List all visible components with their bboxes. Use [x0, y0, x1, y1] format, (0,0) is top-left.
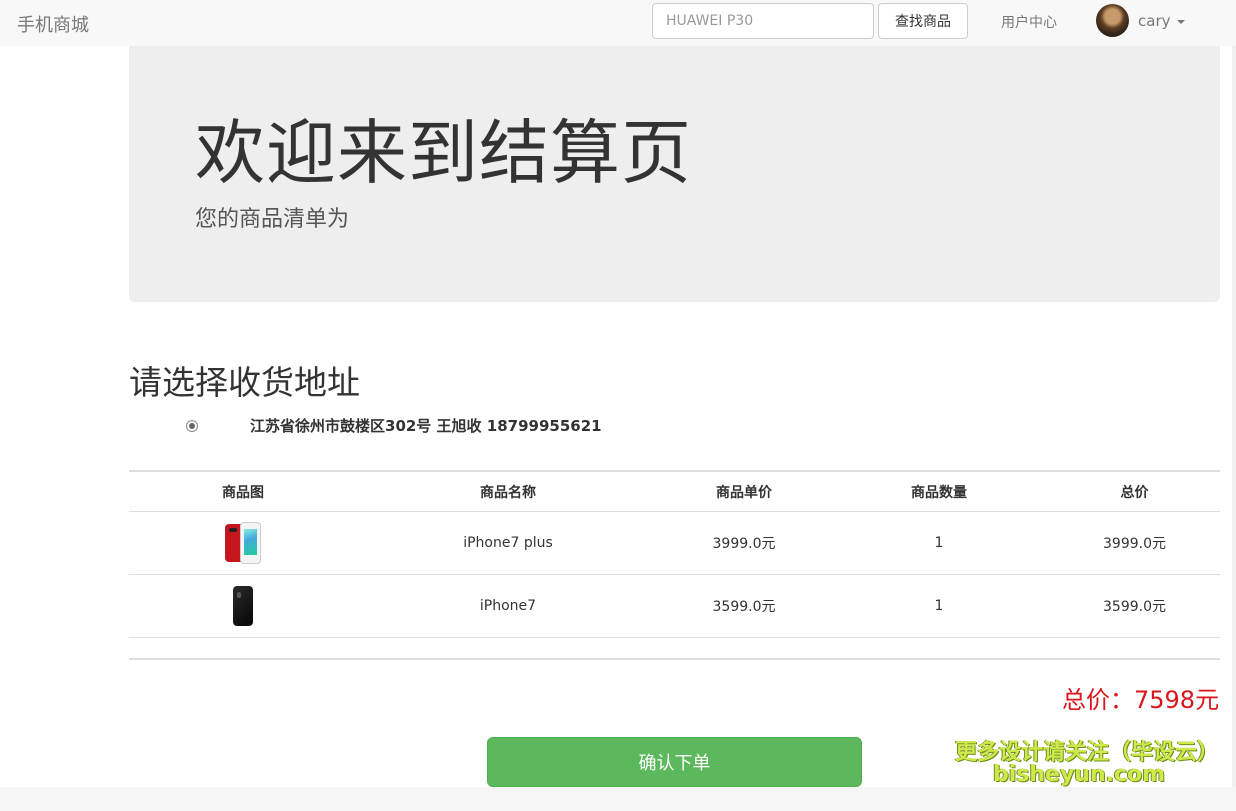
- column-header-quantity: 商品数量: [829, 471, 1049, 512]
- confirm-order-button[interactable]: 确认下单: [487, 737, 862, 787]
- brand-link[interactable]: 手机商城: [17, 11, 89, 37]
- caret-down-icon[interactable]: [1177, 20, 1185, 24]
- product-price: 3999.0元: [659, 511, 829, 575]
- iphone7-black-image: [233, 586, 253, 626]
- order-total: 总价：7598元: [1062, 686, 1220, 714]
- product-total: 3999.0元: [1049, 511, 1220, 575]
- product-name: iPhone7 plus: [357, 511, 659, 575]
- user-avatar[interactable]: [1096, 4, 1129, 37]
- table-header-row: 商品图 商品名称 商品单价 商品数量 总价: [129, 471, 1220, 512]
- product-total: 3599.0元: [1049, 574, 1220, 638]
- product-name: iPhone7: [357, 574, 659, 638]
- iphone7plus-red-image: [225, 522, 261, 564]
- table-bottom-divider: [129, 658, 1220, 660]
- address-heading: 请选择收货地址: [129, 363, 360, 402]
- column-header-image: 商品图: [129, 471, 357, 512]
- page-subtitle: 您的商品清单为: [195, 207, 350, 232]
- product-quantity: 1: [829, 574, 1049, 638]
- order-table: 商品图 商品名称 商品单价 商品数量 总价 iPhone7 plus 3999.…: [129, 470, 1220, 638]
- navbar: 手机商城 查找商品 用户中心 cary: [0, 0, 1236, 46]
- product-image-cell: [129, 574, 357, 638]
- address-option-label[interactable]: 江苏省徐州市鼓楼区302号 王旭收 18799955621: [250, 415, 602, 436]
- table-row: iPhone7 3599.0元 1 3599.0元: [129, 574, 1220, 638]
- scrollbar-track[interactable]: [1232, 46, 1236, 787]
- product-image-cell: [129, 511, 357, 575]
- column-header-total: 总价: [1049, 471, 1220, 512]
- column-header-price: 商品单价: [659, 471, 829, 512]
- page-title: 欢迎来到结算页: [195, 112, 692, 194]
- watermark-url: bisheyun.com: [993, 762, 1166, 787]
- table-row: iPhone7 plus 3999.0元 1 3999.0元: [129, 511, 1220, 575]
- username-dropdown[interactable]: cary: [1138, 12, 1170, 30]
- user-center-link[interactable]: 用户中心: [1001, 12, 1057, 32]
- product-quantity: 1: [829, 511, 1049, 575]
- product-price: 3599.0元: [659, 574, 829, 638]
- search-button[interactable]: 查找商品: [878, 3, 968, 39]
- search-input[interactable]: [652, 3, 874, 39]
- column-header-name: 商品名称: [357, 471, 659, 512]
- footer-bar: [0, 787, 1236, 811]
- address-radio[interactable]: [186, 420, 198, 432]
